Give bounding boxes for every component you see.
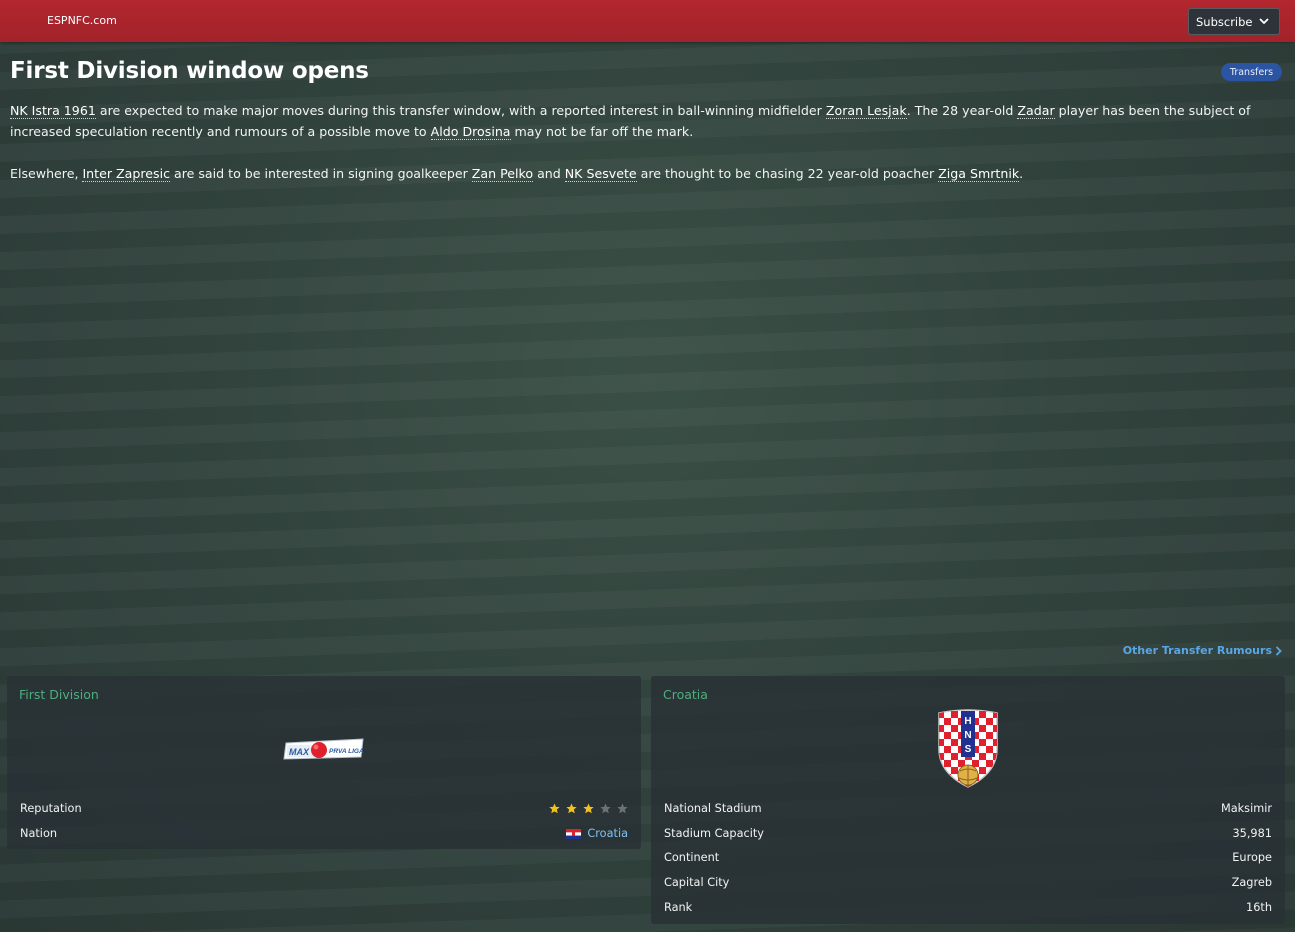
league-logo[interactable]: MAX PRVA LIGA bbox=[283, 735, 365, 767]
text-span: are expected to make major moves during … bbox=[95, 103, 826, 118]
nation-row: Nation Croatia bbox=[20, 821, 628, 846]
row-label: Capital City bbox=[664, 876, 730, 890]
article-paragraph: Elsewhere, Inter Zapresic are said to be… bbox=[10, 163, 1285, 184]
club-link[interactable]: Zadar bbox=[1017, 103, 1055, 119]
logo-text: MAX bbox=[289, 747, 310, 757]
row-value: Europe bbox=[1232, 851, 1272, 865]
club-link[interactable]: Aldo Drosina bbox=[430, 124, 511, 140]
text-span: Elsewhere, bbox=[10, 166, 83, 181]
row-label: Stadium Capacity bbox=[664, 826, 764, 840]
nation-link[interactable]: Croatia bbox=[566, 827, 628, 840]
nation-info-row: Rank 16th bbox=[664, 895, 1272, 920]
row-label: Continent bbox=[664, 851, 720, 865]
other-transfer-rumours-link[interactable]: Other Transfer Rumours bbox=[1123, 644, 1282, 657]
crest-letter: H bbox=[964, 716, 971, 727]
article-paragraph: NK Istra 1961 are expected to make major… bbox=[10, 100, 1285, 142]
row-value: 16th bbox=[1246, 900, 1272, 914]
hns-crest-icon: H N S bbox=[938, 709, 998, 788]
text-span: . bbox=[1019, 166, 1024, 181]
chevron-right-icon bbox=[1275, 645, 1282, 656]
club-link[interactable]: NK Istra 1961 bbox=[10, 103, 96, 119]
star-filled-icon bbox=[583, 803, 594, 814]
player-link[interactable]: Zoran Lesjak bbox=[825, 103, 907, 119]
text-span: and bbox=[533, 166, 565, 181]
brand-name: ESPNFC.com bbox=[47, 14, 117, 27]
star-empty-icon bbox=[617, 803, 628, 814]
text-span: are thought to be chasing 22 year-old po… bbox=[636, 166, 939, 181]
row-value: 35,981 bbox=[1232, 826, 1272, 840]
league-title-link[interactable]: First Division bbox=[19, 687, 99, 702]
croatia-flag-icon bbox=[566, 828, 582, 839]
nation-value: Croatia bbox=[587, 827, 628, 840]
logo-text: PRVA LIGA bbox=[329, 748, 364, 755]
federation-crest[interactable]: H N S bbox=[935, 709, 1001, 795]
text-span: . The 28 year-old bbox=[906, 103, 1018, 118]
star-empty-icon bbox=[600, 803, 611, 814]
nation-info-row: Capital City Zagreb bbox=[664, 870, 1272, 895]
top-bar: ESPNFC.com Subscribe bbox=[0, 0, 1295, 42]
row-value: Maksimir bbox=[1220, 802, 1272, 815]
text-span: are said to be interested in signing goa… bbox=[170, 166, 472, 181]
nation-info-row: Continent Europe bbox=[664, 845, 1272, 870]
subscribe-button[interactable]: Subscribe bbox=[1188, 8, 1280, 35]
chevron-down-icon bbox=[1259, 18, 1269, 25]
player-link[interactable]: Zan Pelko bbox=[471, 166, 534, 182]
category-tag[interactable]: Transfers bbox=[1221, 63, 1282, 81]
row-value: Zagreb bbox=[1231, 876, 1272, 890]
club-link[interactable]: Inter Zapresic bbox=[82, 166, 170, 182]
article-title: First Division window opens bbox=[10, 58, 369, 84]
league-info-panel: First Division MAX PRVA LIGA Reputation … bbox=[7, 676, 641, 849]
article-body: NK Istra 1961 are expected to make major… bbox=[10, 100, 1285, 205]
star-filled-icon bbox=[566, 803, 577, 814]
nation-info-row: National Stadium Maksimir bbox=[664, 796, 1272, 821]
more-link-label: Other Transfer Rumours bbox=[1122, 644, 1272, 657]
nation-label: Nation bbox=[20, 827, 58, 840]
row-label: Rank bbox=[664, 900, 693, 914]
crest-letter: S bbox=[965, 744, 972, 755]
reputation-stars bbox=[549, 803, 628, 814]
nation-title-link[interactable]: Croatia bbox=[663, 687, 708, 702]
text-span: may not be far off the mark. bbox=[510, 124, 694, 139]
player-link[interactable]: Ziga Smrtnik bbox=[938, 166, 1020, 182]
row-label: National Stadium bbox=[664, 802, 762, 815]
crest-letter: N bbox=[964, 730, 971, 741]
star-filled-icon bbox=[549, 803, 560, 814]
subscribe-label: Subscribe bbox=[1196, 14, 1253, 29]
reputation-label: Reputation bbox=[20, 802, 82, 815]
reputation-row: Reputation bbox=[20, 796, 628, 821]
nation-info-row: Stadium Capacity 35,981 bbox=[664, 821, 1272, 846]
max-prva-liga-logo: MAX PRVA LIGA bbox=[283, 738, 364, 760]
nation-info-panel: Croatia H N S National Stadium Maksimir St… bbox=[651, 676, 1285, 924]
club-link[interactable]: NK Sesvete bbox=[564, 166, 637, 182]
